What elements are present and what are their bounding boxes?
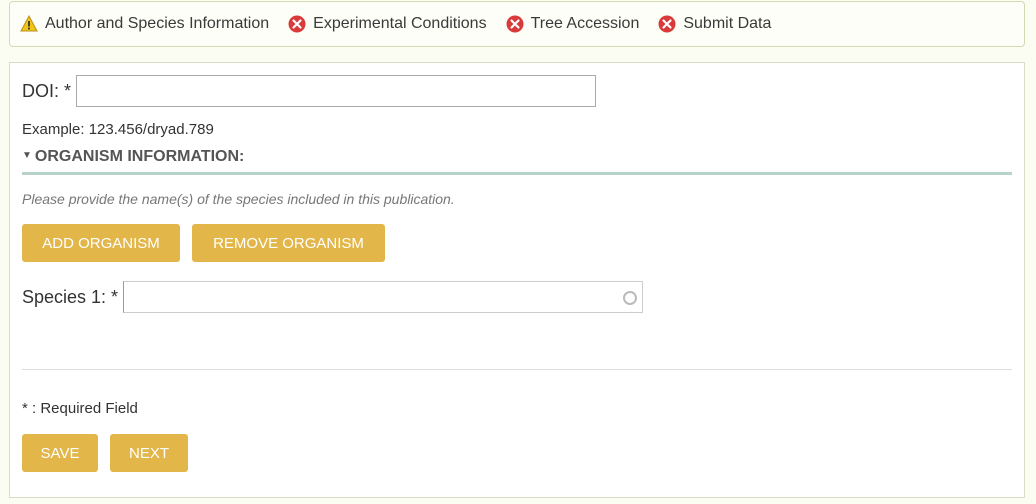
organism-note: Please provide the name(s) of the specie…: [22, 191, 455, 207]
next-button[interactable]: NEXT: [110, 434, 188, 472]
add-organism-button[interactable]: ADD ORGANISM: [22, 224, 180, 262]
organism-heading-text: ORGANISM INFORMATION:: [34, 148, 245, 165]
doi-label: DOI: *: [22, 80, 72, 101]
step-label: Author and Species Information: [45, 15, 270, 32]
form-panel: DOI: * Example: 123.456/dryad.789 ▼ ORGAN…: [9, 62, 1025, 498]
error-icon: [288, 15, 306, 33]
loading-spinner-icon: [623, 291, 638, 305]
step-label: Submit Data: [683, 15, 772, 32]
organism-section-heading[interactable]: ▼ ORGANISM INFORMATION:: [22, 148, 1012, 175]
species-row: Species 1: *: [22, 281, 644, 313]
step-tree-accession[interactable]: Tree Accession: [506, 15, 640, 33]
species-label: Species 1: *: [22, 286, 119, 307]
required-field-note: * : Required Field: [22, 400, 138, 417]
step-author-species[interactable]: Author and Species Information: [20, 15, 269, 33]
error-icon: [658, 15, 676, 33]
step-navigation: Author and Species Information Experimen…: [9, 1, 1025, 47]
doi-input[interactable]: [76, 75, 597, 107]
error-icon: [506, 15, 524, 33]
step-experimental-conditions[interactable]: Experimental Conditions: [288, 15, 487, 33]
step-submit-data[interactable]: Submit Data: [658, 15, 771, 33]
doi-example: Example: 123.456/dryad.789: [22, 121, 214, 138]
remove-organism-button[interactable]: REMOVE ORGANISM: [192, 224, 385, 262]
species-input[interactable]: [123, 281, 644, 313]
divider: [22, 369, 1012, 370]
save-button[interactable]: SAVE: [22, 434, 98, 472]
warning-icon: [20, 15, 38, 32]
step-label: Experimental Conditions: [313, 15, 487, 32]
doi-row: DOI: *: [22, 75, 597, 107]
caret-down-icon: ▼: [22, 150, 32, 161]
step-label: Tree Accession: [530, 15, 640, 32]
